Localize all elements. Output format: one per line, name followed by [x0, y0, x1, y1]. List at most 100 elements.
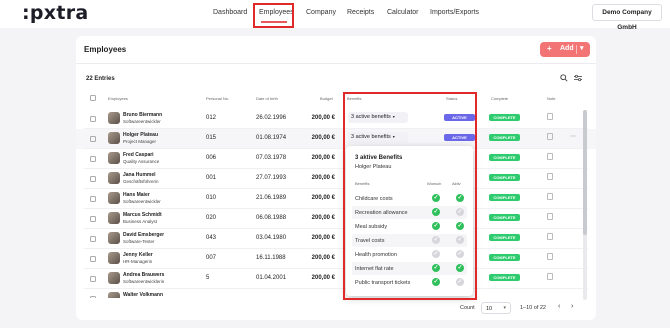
employee-name[interactable]: Bruno Biermann: [123, 112, 162, 118]
chevron-down-icon: ▾: [503, 305, 506, 311]
budget: 200,00 €: [311, 175, 335, 181]
note-icon[interactable]: [547, 233, 553, 240]
date-of-birth: 01.04.2001: [256, 275, 287, 281]
header-divider: [76, 63, 596, 64]
table-row[interactable]: Fred Caspari Quality Assurance 006 07.03…: [76, 149, 596, 169]
col-budget[interactable]: Budget: [320, 96, 333, 101]
nav-company[interactable]: Company: [306, 9, 336, 16]
budget: 200,00 €: [311, 275, 335, 281]
row-checkbox[interactable]: [90, 136, 96, 142]
page-range: 1–10 of 22: [520, 305, 546, 311]
filter-settings-icon[interactable]: [574, 74, 582, 84]
col-employees[interactable]: Employees: [108, 96, 128, 101]
row-checkbox[interactable]: [90, 276, 96, 282]
table-row[interactable]: Marcus Schmidt Business Analyst 020 06.0…: [76, 209, 596, 229]
employee-name[interactable]: Jenny Keller: [123, 252, 153, 258]
avatar: [108, 132, 120, 144]
row-checkbox[interactable]: [90, 156, 96, 162]
table-row[interactable]: David Emsberger Software-Tester 043 03.0…: [76, 229, 596, 249]
add-button[interactable]: + Add ▾: [540, 42, 590, 57]
employee-name[interactable]: Holger Plateau: [123, 132, 158, 138]
date-of-birth: 21.06.1989: [256, 195, 287, 201]
table-row[interactable]: Bruno Biermann Softwareentwickler 012 26…: [76, 109, 596, 129]
employee-role: Softwareentwicklerin: [123, 279, 165, 284]
note-icon[interactable]: [547, 213, 553, 220]
employee-name[interactable]: David Emsberger: [123, 232, 164, 238]
table-scrollbar-thumb[interactable]: [583, 110, 587, 235]
employee-name[interactable]: Jana Hummel: [123, 172, 156, 178]
avatar: [108, 112, 120, 124]
date-of-birth: 01.08.1974: [256, 135, 287, 141]
personal-no: 5: [206, 275, 210, 281]
col-personal-no[interactable]: Personal No.: [206, 96, 229, 101]
row-checkbox[interactable]: [90, 256, 96, 262]
employee-name[interactable]: Fred Caspari: [123, 152, 154, 158]
select-all-checkbox[interactable]: [90, 95, 96, 101]
row-checkbox[interactable]: [90, 196, 96, 202]
search-icon[interactable]: [560, 74, 568, 84]
employee-name[interactable]: Andrea Brauwers: [123, 272, 164, 278]
employee-role: Geschäftsführerin: [123, 179, 159, 184]
employees-card: Employees + Add ▾ 22 Entries Employees P…: [76, 36, 596, 320]
complete-badge: COMPLETE: [489, 234, 520, 241]
main-nav: Dashboard Employees Company Receipts Cal…: [0, 9, 670, 23]
nav-imports-exports[interactable]: Imports/Exports: [430, 9, 479, 16]
next-page-icon[interactable]: ›: [571, 303, 573, 310]
note-icon[interactable]: [547, 253, 553, 260]
personal-no: 020: [206, 215, 217, 221]
complete-badge: COMPLETE: [489, 254, 520, 261]
avatar: [108, 252, 120, 264]
chevron-down-icon[interactable]: ▾: [580, 44, 584, 52]
table-row[interactable]: Holger Plateau Project Manager 015 01.08…: [76, 129, 596, 149]
avatar: [108, 212, 120, 224]
col-complete[interactable]: Complete: [491, 96, 508, 101]
row-checkbox[interactable]: [90, 296, 96, 298]
note-icon[interactable]: [547, 173, 553, 180]
prev-page-icon[interactable]: ‹: [558, 303, 560, 310]
budget: 200,00 €: [311, 155, 335, 161]
count-label: Count: [460, 305, 475, 311]
company-switcher[interactable]: Demo Company GmbH: [592, 4, 662, 31]
note-icon[interactable]: [547, 133, 553, 140]
row-checkbox[interactable]: [90, 216, 96, 222]
more-options-icon[interactable]: ⋯: [570, 133, 576, 140]
nav-dashboard[interactable]: Dashboard: [213, 9, 247, 16]
complete-badge: COMPLETE: [489, 214, 520, 221]
employee-name[interactable]: Walter Volkmann: [123, 292, 163, 298]
employee-role: Softwareentwickler: [123, 199, 161, 204]
note-icon[interactable]: [547, 153, 553, 160]
note-icon[interactable]: [547, 273, 553, 280]
table-row[interactable]: Hans Maier Softwareentwickler 010 21.06.…: [76, 189, 596, 209]
date-of-birth: 27.07.1993: [256, 175, 287, 181]
employee-name[interactable]: Marcus Schmidt: [123, 212, 162, 218]
col-date-of-birth[interactable]: Date of birth: [256, 96, 278, 101]
complete-badge: COMPLETE: [489, 134, 520, 141]
personal-no: 015: [206, 135, 217, 141]
personal-no: 001: [206, 175, 217, 181]
row-checkbox[interactable]: [90, 176, 96, 182]
row-checkbox[interactable]: [90, 236, 96, 242]
table-row[interactable]: Jenny Keller HR-Managerin 007 16.11.1988…: [76, 249, 596, 269]
date-of-birth: 26.02.1996: [256, 115, 287, 121]
complete-badge: COMPLETE: [489, 194, 520, 201]
complete-badge: COMPLETE: [489, 154, 520, 161]
avatar: [108, 292, 120, 298]
table-row[interactable]: Walter Volkmann: [76, 289, 596, 298]
note-icon[interactable]: [547, 113, 553, 120]
budget: 200,00 €: [311, 215, 335, 221]
avatar: [108, 172, 120, 184]
nav-calculator[interactable]: Calculator: [387, 9, 419, 16]
table-row[interactable]: Jana Hummel Geschäftsführerin 001 27.07.…: [76, 169, 596, 189]
count-select[interactable]: 10 ▾: [481, 302, 511, 314]
personal-no: 010: [206, 195, 217, 201]
col-note[interactable]: Note: [547, 96, 555, 101]
employee-role: Quality Assurance: [123, 159, 160, 164]
budget: 200,00 €: [311, 135, 335, 141]
employee-role: HR-Managerin: [123, 259, 153, 264]
plus-icon: +: [547, 44, 552, 53]
table-row[interactable]: Andrea Brauwers Softwareentwicklerin 5 0…: [76, 269, 596, 289]
nav-receipts[interactable]: Receipts: [347, 9, 374, 16]
note-icon[interactable]: [547, 193, 553, 200]
employee-name[interactable]: Hans Maier: [123, 192, 150, 198]
row-checkbox[interactable]: [90, 116, 96, 122]
